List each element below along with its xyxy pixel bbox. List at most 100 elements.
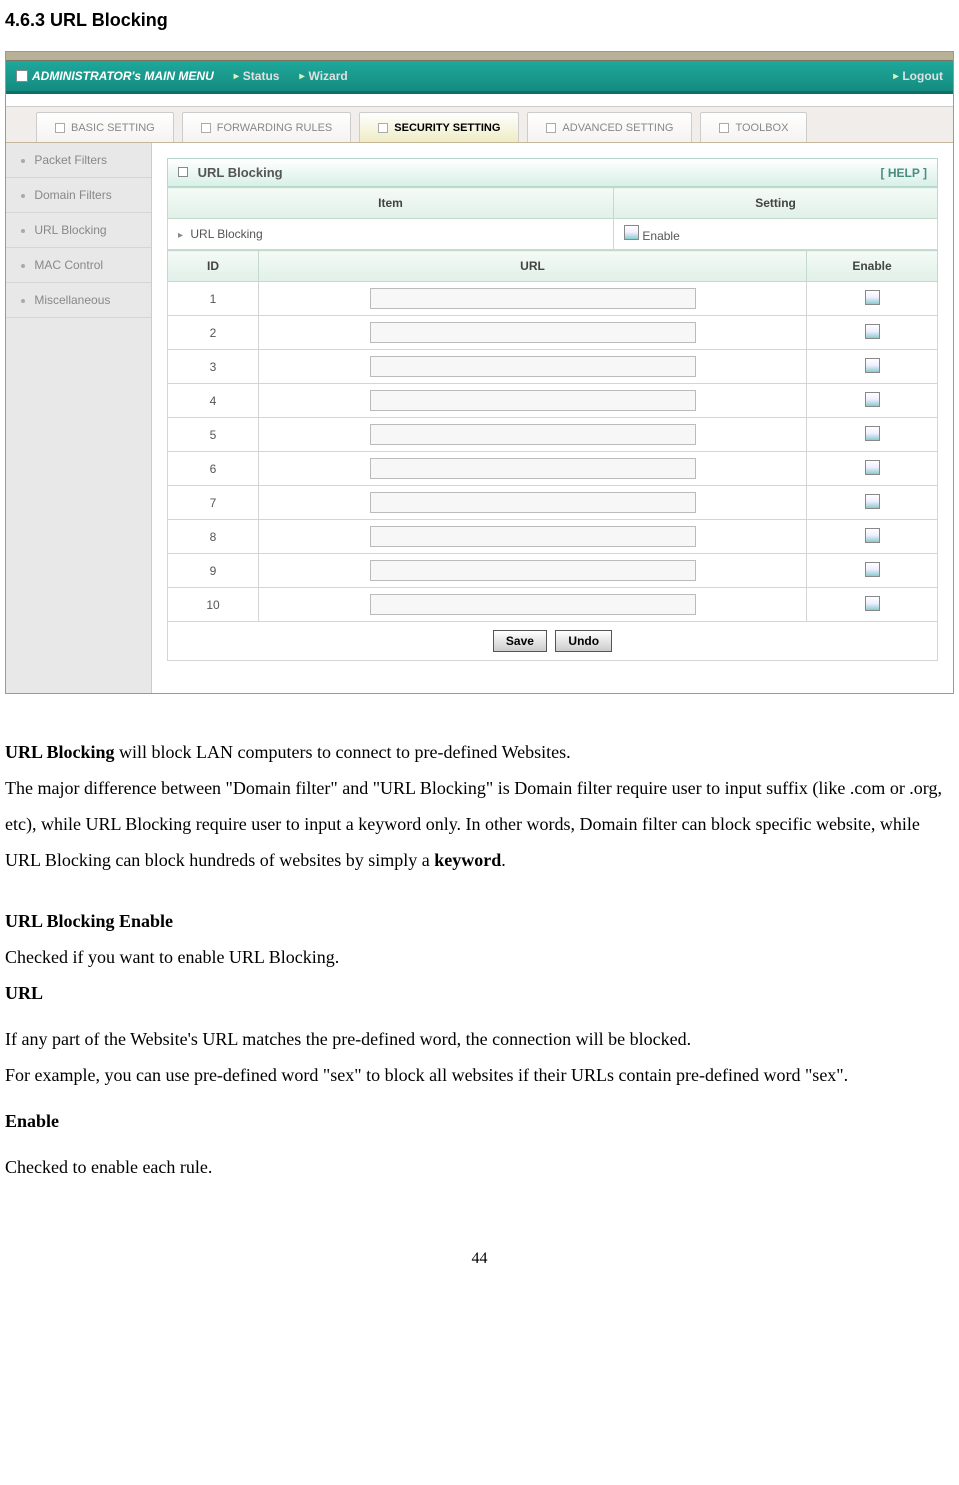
url-input[interactable]	[370, 288, 696, 309]
enable-checkbox[interactable]	[865, 460, 880, 475]
menu-wizard[interactable]: ▸ Wizard	[299, 69, 347, 83]
arrow-icon: ▸	[234, 71, 239, 82]
rule-id: 7	[168, 486, 259, 520]
panel-header: URL Blocking [ HELP ]	[167, 158, 938, 187]
documentation-text: URL Blocking will block LAN computers to…	[0, 724, 959, 1220]
url-blocking-row-label: ▸ URL Blocking	[168, 219, 614, 250]
tab-icon	[546, 123, 556, 133]
rule-enable-cell	[807, 486, 938, 520]
enable-checkbox[interactable]	[865, 494, 880, 509]
router-ui-screenshot: ADMINISTRATOR's MAIN MENU ▸ Status ▸ Wiz…	[5, 51, 954, 694]
arrow-icon: ▸	[893, 71, 898, 82]
rule-enable-cell	[807, 520, 938, 554]
page-number: 44	[0, 1250, 959, 1268]
rule-id: 2	[168, 316, 259, 350]
rule-id: 10	[168, 588, 259, 622]
rule-enable-cell	[807, 418, 938, 452]
rule-row: 1	[168, 282, 938, 316]
rule-row: 6	[168, 452, 938, 486]
rule-enable-cell	[807, 282, 938, 316]
rule-row: 3	[168, 350, 938, 384]
enable-checkbox[interactable]	[865, 392, 880, 407]
url-input[interactable]	[370, 322, 696, 343]
rule-url-cell	[259, 418, 807, 452]
sidebar: Packet Filters Domain Filters URL Blocki…	[6, 143, 152, 693]
panel-title: URL Blocking	[198, 165, 283, 180]
bullet-icon	[21, 299, 25, 303]
sidebar-item-url-blocking[interactable]: URL Blocking	[6, 213, 151, 248]
tab-icon	[201, 123, 211, 133]
undo-button[interactable]: Undo	[555, 630, 612, 652]
enable-checkbox[interactable]	[865, 528, 880, 543]
url-rules-table: ID URL Enable 12345678910	[167, 250, 938, 622]
sidebar-item-domain-filters[interactable]: Domain Filters	[6, 178, 151, 213]
rule-url-cell	[259, 282, 807, 316]
rule-row: 5	[168, 418, 938, 452]
rule-url-cell	[259, 520, 807, 554]
rule-id: 1	[168, 282, 259, 316]
enable-checkbox[interactable]	[865, 290, 880, 305]
menu-status[interactable]: ▸ Status	[234, 69, 280, 83]
rule-url-cell	[259, 486, 807, 520]
rule-id: 3	[168, 350, 259, 384]
rule-url-cell	[259, 588, 807, 622]
enable-checkbox[interactable]	[865, 562, 880, 577]
settings-table: Item Setting ▸ URL Blocking Enable	[167, 187, 938, 250]
col-id: ID	[168, 251, 259, 282]
save-button[interactable]: Save	[493, 630, 547, 652]
tab-bar: BASIC SETTING FORWARDING RULES SECURITY …	[6, 106, 953, 143]
enable-checkbox[interactable]	[624, 225, 639, 240]
url-input[interactable]	[370, 560, 696, 581]
rule-enable-cell	[807, 384, 938, 418]
enable-checkbox[interactable]	[865, 596, 880, 611]
page-heading: 4.6.3 URL Blocking	[0, 0, 959, 41]
button-row: Save Undo	[167, 622, 938, 661]
col-enable: Enable	[807, 251, 938, 282]
rule-row: 4	[168, 384, 938, 418]
tab-icon	[378, 123, 388, 133]
enable-checkbox[interactable]	[865, 324, 880, 339]
rule-id: 6	[168, 452, 259, 486]
rule-id: 8	[168, 520, 259, 554]
rule-row: 2	[168, 316, 938, 350]
rule-enable-cell	[807, 588, 938, 622]
tab-advanced-setting[interactable]: ADVANCED SETTING	[527, 112, 692, 142]
rule-id: 5	[168, 418, 259, 452]
url-input[interactable]	[370, 492, 696, 513]
url-input[interactable]	[370, 458, 696, 479]
url-input[interactable]	[370, 390, 696, 411]
tab-icon	[719, 123, 729, 133]
arrow-icon: ▸	[299, 71, 304, 82]
tab-basic-setting[interactable]: BASIC SETTING	[36, 112, 174, 142]
enable-checkbox[interactable]	[865, 358, 880, 373]
rule-enable-cell	[807, 316, 938, 350]
tab-icon	[55, 123, 65, 133]
enable-checkbox[interactable]	[865, 426, 880, 441]
rule-url-cell	[259, 350, 807, 384]
bullet-icon	[21, 264, 25, 268]
rule-row: 9	[168, 554, 938, 588]
sidebar-item-packet-filters[interactable]: Packet Filters	[6, 143, 151, 178]
rule-id: 4	[168, 384, 259, 418]
menu-logout[interactable]: ▸ Logout	[893, 69, 943, 83]
url-input[interactable]	[370, 356, 696, 377]
url-input[interactable]	[370, 424, 696, 445]
bullet-icon	[21, 229, 25, 233]
url-input[interactable]	[370, 594, 696, 615]
tab-forwarding-rules[interactable]: FORWARDING RULES	[182, 112, 352, 142]
tab-security-setting[interactable]: SECURITY SETTING	[359, 112, 519, 142]
col-item: Item	[168, 188, 614, 219]
tab-toolbox[interactable]: TOOLBOX	[700, 112, 807, 142]
rule-row: 8	[168, 520, 938, 554]
help-link[interactable]: [ HELP ]	[881, 166, 927, 180]
sidebar-item-mac-control[interactable]: MAC Control	[6, 248, 151, 283]
rule-enable-cell	[807, 554, 938, 588]
rule-url-cell	[259, 384, 807, 418]
url-input[interactable]	[370, 526, 696, 547]
main-menu-title: ADMINISTRATOR's MAIN MENU	[16, 69, 214, 83]
rule-id: 9	[168, 554, 259, 588]
arrow-icon: ▸	[178, 230, 183, 241]
rule-url-cell	[259, 316, 807, 350]
sidebar-item-miscellaneous[interactable]: Miscellaneous	[6, 283, 151, 318]
bullet-icon	[21, 159, 25, 163]
